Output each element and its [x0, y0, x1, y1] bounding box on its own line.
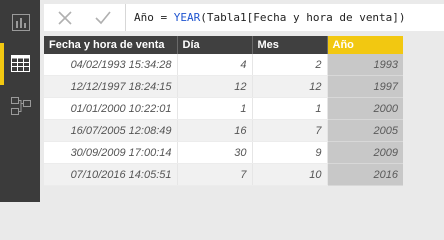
- model-view-button[interactable]: [0, 88, 40, 128]
- cell-fecha-y-hora[interactable]: 30/09/2009 17:00:14: [44, 141, 178, 164]
- cell-fecha-y-hora[interactable]: 01/01/2000 10:22:01: [44, 97, 178, 120]
- cell-dia[interactable]: 1: [177, 97, 253, 120]
- table-grid-icon: [11, 55, 30, 72]
- column-header-fecha-y-hora-de-venta[interactable]: Fecha y hora de venta: [44, 36, 178, 54]
- cell-ano[interactable]: 1997: [327, 75, 403, 98]
- x-icon: [58, 11, 72, 25]
- cell-mes[interactable]: 2: [252, 54, 328, 76]
- formula-bar: Año = YEAR(Tabla1[Fecha y hora de venta]…: [44, 4, 444, 31]
- cell-mes[interactable]: 10: [252, 163, 328, 186]
- cell-dia[interactable]: 30: [177, 141, 253, 164]
- column-header-dia[interactable]: Día: [177, 36, 253, 54]
- cell-dia[interactable]: 12: [177, 75, 253, 98]
- cell-ano[interactable]: 2009: [327, 141, 403, 164]
- cell-ano[interactable]: 2005: [327, 119, 403, 142]
- cancel-formula-button[interactable]: [56, 9, 74, 27]
- cell-mes[interactable]: 7: [252, 119, 328, 142]
- table-row: 12/12/1997 18:24:15 12 12 1997: [44, 75, 403, 98]
- cell-ano[interactable]: 1993: [327, 54, 403, 76]
- bar-chart-icon: [12, 14, 30, 31]
- cell-fecha-y-hora[interactable]: 12/12/1997 18:24:15: [44, 75, 178, 98]
- cell-dia[interactable]: 16: [177, 119, 253, 142]
- cell-dia[interactable]: 4: [177, 54, 253, 76]
- cell-ano[interactable]: 2016: [327, 163, 403, 186]
- formula-function-keyword: YEAR: [173, 11, 201, 24]
- cell-fecha-y-hora[interactable]: 04/02/1993 15:34:28: [44, 54, 178, 76]
- table-header-row: Fecha y hora de venta Día Mes Año: [44, 36, 403, 54]
- data-view-button[interactable]: [0, 43, 40, 85]
- cell-mes[interactable]: 9: [252, 141, 328, 164]
- formula-operator: =: [153, 11, 174, 24]
- cell-dia[interactable]: 7: [177, 163, 253, 186]
- formula-input[interactable]: Año = YEAR(Tabla1[Fecha y hora de venta]…: [134, 4, 406, 31]
- table-row: 30/09/2009 17:00:14 30 9 2009: [44, 141, 403, 164]
- table-row: 16/07/2005 12:08:49 16 7 2005: [44, 119, 403, 142]
- cell-fecha-y-hora[interactable]: 16/07/2005 12:08:49: [44, 119, 178, 142]
- column-header-ano[interactable]: Año: [327, 36, 403, 54]
- cell-mes[interactable]: 12: [252, 75, 328, 98]
- commit-formula-button[interactable]: [94, 9, 112, 27]
- table-row: 07/10/2016 14:05:51 7 10 2016: [44, 163, 403, 186]
- view-switcher-rail: [0, 0, 40, 202]
- table-row: 04/02/1993 15:34:28 4 2 1993: [44, 54, 403, 76]
- table-row: 01/01/2000 10:22:01 1 1 2000: [44, 97, 403, 120]
- report-view-button[interactable]: [0, 2, 40, 42]
- cell-ano[interactable]: 2000: [327, 97, 403, 120]
- data-table: Fecha y hora de venta Día Mes Año 04/02/…: [44, 36, 403, 186]
- formula-column-name: Año: [134, 11, 154, 24]
- check-icon: [95, 11, 111, 25]
- cell-fecha-y-hora[interactable]: 07/10/2016 14:05:51: [44, 163, 178, 186]
- column-header-mes[interactable]: Mes: [252, 36, 328, 54]
- formula-argument: (Tabla1[Fecha y hora de venta]): [200, 11, 406, 24]
- relationships-icon: [11, 97, 31, 115]
- formula-bar-divider: [125, 4, 126, 31]
- cell-mes[interactable]: 1: [252, 97, 328, 120]
